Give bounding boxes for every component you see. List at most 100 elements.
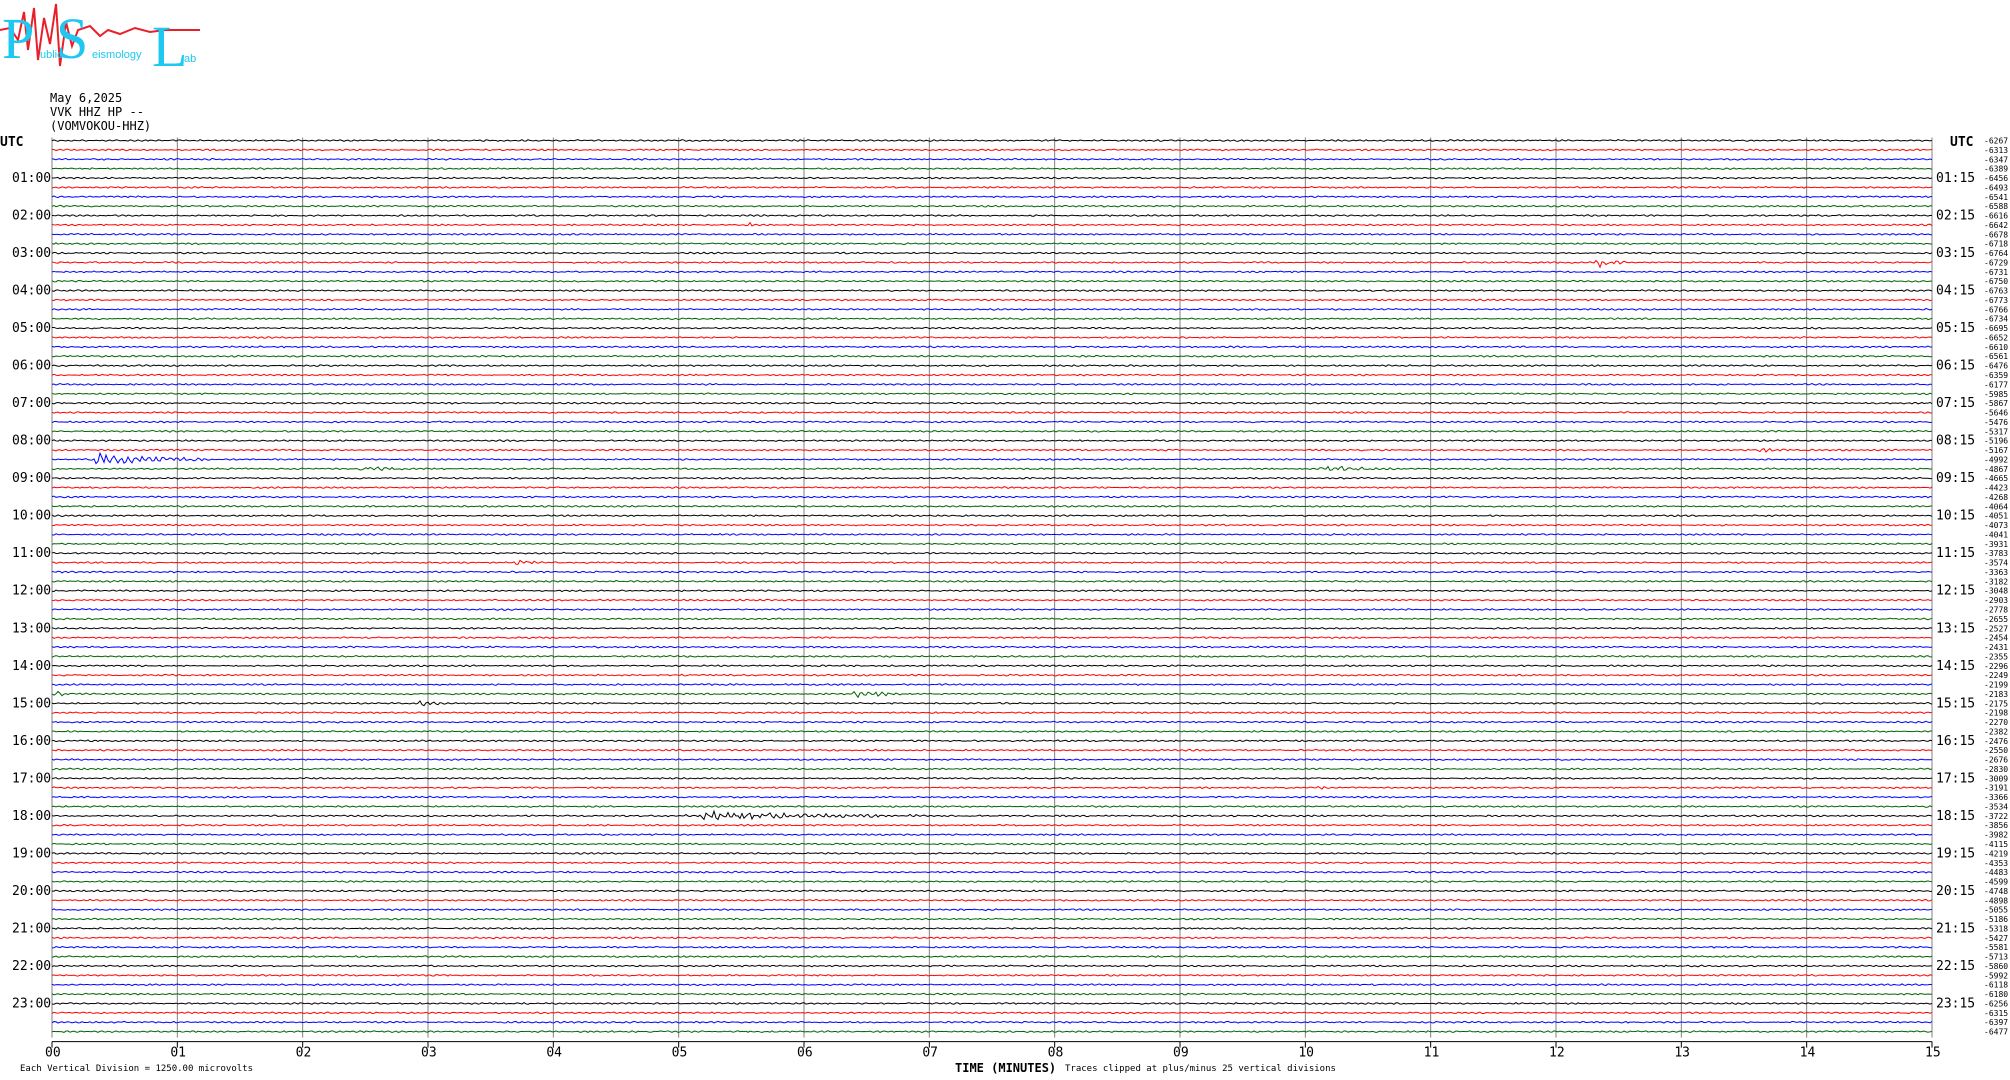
row-offset-label: -2903 bbox=[1984, 596, 2008, 605]
row-offset-label: -4064 bbox=[1984, 502, 2008, 511]
row-offset-label: -2476 bbox=[1984, 737, 2008, 746]
row-offset-label: -3191 bbox=[1984, 784, 2008, 793]
row-offset-label: -6315 bbox=[1984, 1009, 2008, 1018]
row-offset-label: -4992 bbox=[1984, 455, 2008, 464]
left-hour-label: 23:00 bbox=[12, 996, 51, 1011]
left-hour-label: 13:00 bbox=[12, 621, 51, 636]
row-offset-label: -6734 bbox=[1984, 315, 2008, 324]
seismic-traces bbox=[51, 139, 1933, 1034]
trace-row bbox=[51, 898, 1933, 902]
row-offset-label: -6267 bbox=[1984, 137, 2008, 146]
x-tick-label: 08 bbox=[1048, 1046, 1064, 1061]
row-offset-label: -6177 bbox=[1984, 380, 2008, 389]
trace-row bbox=[51, 809, 1933, 821]
row-offset-label: -6731 bbox=[1984, 268, 2008, 277]
trace-row bbox=[51, 720, 1933, 724]
trace-row bbox=[51, 476, 1933, 480]
row-offset-label: -4748 bbox=[1984, 887, 2008, 896]
trace-row bbox=[51, 955, 1933, 959]
trace-row bbox=[51, 242, 1933, 246]
trace-row bbox=[51, 664, 1933, 668]
x-tick-label: 03 bbox=[421, 1046, 437, 1061]
x-tick-label: 02 bbox=[296, 1046, 312, 1061]
trace-row bbox=[51, 983, 1933, 987]
row-offset-label: -6750 bbox=[1984, 277, 2008, 286]
trace-row bbox=[51, 758, 1933, 762]
row-offset-label: -3366 bbox=[1984, 793, 2008, 802]
trace-row bbox=[51, 551, 1933, 555]
minute-gridlines bbox=[51, 137, 1933, 1038]
trace-row bbox=[51, 936, 1933, 940]
row-offset-label: -6493 bbox=[1984, 183, 2008, 192]
trace-row bbox=[51, 221, 1933, 227]
left-hour-label: 05:00 bbox=[12, 321, 51, 336]
trace-row bbox=[51, 598, 1933, 602]
right-hour-label: 21:15 bbox=[1936, 921, 1975, 936]
row-offset-label: -5992 bbox=[1984, 971, 2008, 980]
trace-row bbox=[51, 411, 1933, 415]
x-axis-label: TIME (MINUTES) bbox=[955, 1061, 1057, 1075]
trace-row bbox=[51, 767, 1933, 771]
row-offset-label: -4423 bbox=[1984, 484, 2008, 493]
trace-row bbox=[51, 447, 1933, 453]
row-offset-label: -2175 bbox=[1984, 699, 2008, 708]
trace-row bbox=[51, 1011, 1933, 1015]
row-offset-label: -3363 bbox=[1984, 568, 2008, 577]
trace-row bbox=[51, 401, 1933, 405]
right-hour-label: 05:15 bbox=[1936, 321, 1975, 336]
left-hour-label: 19:00 bbox=[12, 846, 51, 861]
trace-row bbox=[51, 870, 1933, 874]
right-hour-label: 22:15 bbox=[1936, 959, 1975, 974]
trace-row bbox=[51, 270, 1933, 274]
row-offset-label: -4867 bbox=[1984, 465, 2008, 474]
right-hour-label: 09:15 bbox=[1936, 471, 1975, 486]
row-offset-label: -3534 bbox=[1984, 802, 2008, 811]
trace-row bbox=[51, 973, 1933, 977]
trace-row bbox=[51, 795, 1933, 799]
row-offset-label: -3856 bbox=[1984, 821, 2008, 830]
row-offset-label: -6477 bbox=[1984, 1028, 2008, 1037]
helicorder-plot: UTC 01:00 02:00 03:00 04:00 05:00 06:00 07:00 0… bbox=[0, 135, 2008, 1061]
row-offset-label: -2676 bbox=[1984, 756, 2008, 765]
trace-row bbox=[51, 673, 1933, 677]
row-offset-label: -2830 bbox=[1984, 765, 2008, 774]
row-offset-label: -3931 bbox=[1984, 540, 2008, 549]
row-offset-label: -4219 bbox=[1984, 849, 2008, 858]
row-offset-label: -5196 bbox=[1984, 437, 2008, 446]
left-hour-label: 17:00 bbox=[12, 771, 51, 786]
left-hour-label: 16:00 bbox=[12, 734, 51, 749]
trace-row bbox=[51, 617, 1933, 621]
x-tick-label: 12 bbox=[1549, 1046, 1565, 1061]
left-hour-label: 22:00 bbox=[12, 959, 51, 974]
trace-row bbox=[51, 451, 1933, 465]
left-hour-label: 08:00 bbox=[12, 434, 51, 449]
row-offset-label: -2198 bbox=[1984, 709, 2008, 718]
trace-row bbox=[51, 167, 1933, 171]
trace-row bbox=[51, 214, 1933, 218]
row-offset-label: -6256 bbox=[1984, 999, 2008, 1008]
trace-row bbox=[51, 148, 1933, 152]
row-offset-label: -2199 bbox=[1984, 681, 2008, 690]
right-hour-labels: UTC 01:15 02:15 03:15 04:15 05:15 06:15 07:15 0… bbox=[1936, 135, 1975, 1011]
right-hour-label: 04:15 bbox=[1936, 284, 1975, 299]
right-hour-label: 12:15 bbox=[1936, 584, 1975, 599]
row-offset-label: -4353 bbox=[1984, 859, 2008, 868]
trace-row bbox=[51, 251, 1933, 255]
row-offset-label: -6763 bbox=[1984, 287, 2008, 296]
trace-row bbox=[51, 889, 1933, 893]
row-offset-label: -6642 bbox=[1984, 221, 2008, 230]
row-offset-label: -2527 bbox=[1984, 624, 2008, 633]
trace-row bbox=[51, 805, 1933, 808]
trace-row bbox=[51, 711, 1933, 715]
trace-row bbox=[51, 917, 1933, 921]
trace-row bbox=[51, 176, 1933, 180]
row-offset-label: -3048 bbox=[1984, 587, 2008, 596]
trace-row bbox=[51, 439, 1933, 443]
row-offset-label: -5427 bbox=[1984, 934, 2008, 943]
trace-row bbox=[51, 495, 1933, 499]
row-offset-label: -4073 bbox=[1984, 521, 2008, 530]
left-hour-label: 06:00 bbox=[12, 359, 51, 374]
row-offset-label: -3009 bbox=[1984, 774, 2008, 783]
trace-row bbox=[51, 532, 1933, 536]
row-offset-label: -6359 bbox=[1984, 371, 2008, 380]
